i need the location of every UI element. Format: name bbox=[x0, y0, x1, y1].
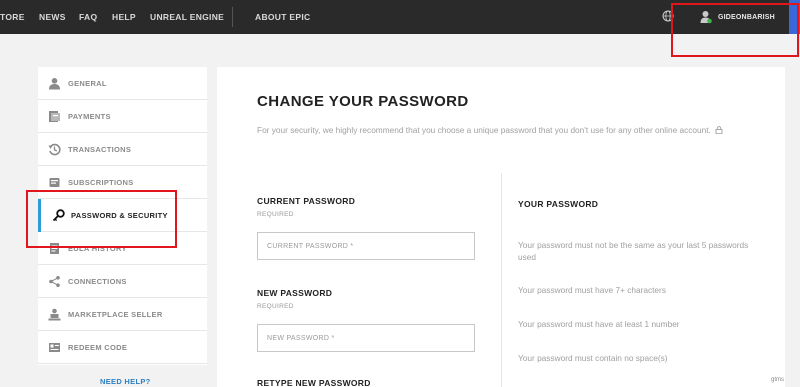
sidebar-item-transactions[interactable]: TRANSACTIONS bbox=[38, 133, 207, 166]
redeem-icon bbox=[49, 343, 60, 352]
watermark: gtms bbox=[771, 377, 785, 383]
page-title: CHANGE YOUR PASSWORD bbox=[257, 93, 469, 110]
retype-password-title: RETYPE NEW PASSWORD bbox=[257, 378, 371, 387]
seller-icon bbox=[48, 308, 61, 321]
sidebar-item-label: GENERAL bbox=[68, 78, 107, 88]
nav-item-store[interactable]: TORE bbox=[0, 12, 25, 22]
new-password-required: REQUIRED bbox=[257, 303, 294, 310]
password-rule: Your password must contain no space(s) bbox=[518, 353, 668, 363]
nav-item-about-epic[interactable]: ABOUT EPIC bbox=[255, 12, 310, 22]
highlight-box-sidebar bbox=[26, 190, 177, 248]
password-panel: CHANGE YOUR PASSWORD For your security, … bbox=[217, 67, 785, 387]
password-rule: Your password must have at least 1 numbe… bbox=[518, 319, 680, 329]
share-icon bbox=[49, 276, 60, 287]
nav-item-help[interactable]: HELP bbox=[112, 12, 136, 22]
current-password-title: CURRENT PASSWORD bbox=[257, 196, 356, 206]
column-divider bbox=[501, 173, 502, 387]
nav-item-news[interactable]: NEWS bbox=[39, 12, 66, 22]
sidebar-item-general[interactable]: GENERAL bbox=[38, 67, 207, 100]
new-password-title: NEW PASSWORD bbox=[257, 288, 333, 298]
payments-icon bbox=[49, 111, 60, 122]
sidebar-item-label: CONNECTIONS bbox=[68, 276, 127, 286]
sidebar-item-label: SUBSCRIPTIONS bbox=[68, 177, 134, 187]
intro-text: For your security, we highly recommend t… bbox=[257, 124, 757, 137]
current-password-required: REQUIRED bbox=[257, 211, 294, 218]
nav-divider bbox=[232, 7, 233, 27]
sidebar-item-label: PAYMENTS bbox=[68, 111, 111, 121]
nav-item-unreal-engine[interactable]: UNREAL ENGINE bbox=[150, 12, 224, 22]
nav-item-faq[interactable]: FAQ bbox=[79, 12, 97, 22]
sidebar-item-redeem-code[interactable]: REDEEM CODE bbox=[38, 331, 207, 364]
highlight-box-user bbox=[671, 3, 799, 57]
lock-icon bbox=[715, 126, 723, 134]
sidebar-item-payments[interactable]: PAYMENTS bbox=[38, 100, 207, 133]
need-help-link[interactable]: NEED HELP? bbox=[100, 377, 151, 386]
sidebar-item-connections[interactable]: CONNECTIONS bbox=[38, 265, 207, 298]
history-icon bbox=[48, 143, 61, 156]
password-rule: Your password must not be the same as yo… bbox=[518, 240, 749, 262]
sidebar-item-label: MARKETPLACE SELLER bbox=[68, 309, 163, 319]
sidebar-item-marketplace-seller[interactable]: MARKETPLACE SELLER bbox=[38, 298, 207, 331]
subscriptions-icon bbox=[49, 178, 60, 187]
password-rule: Your password must have 7+ characters bbox=[518, 285, 666, 295]
sidebar-item-label: REDEEM CODE bbox=[68, 342, 128, 352]
sidebar-item-label: TRANSACTIONS bbox=[68, 144, 132, 154]
intro-text-body: For your security, we highly recommend t… bbox=[257, 125, 711, 135]
password-rules-title: YOUR PASSWORD bbox=[518, 199, 599, 209]
user-icon bbox=[49, 78, 60, 90]
current-password-input[interactable] bbox=[257, 232, 475, 260]
new-password-input[interactable] bbox=[257, 324, 475, 352]
